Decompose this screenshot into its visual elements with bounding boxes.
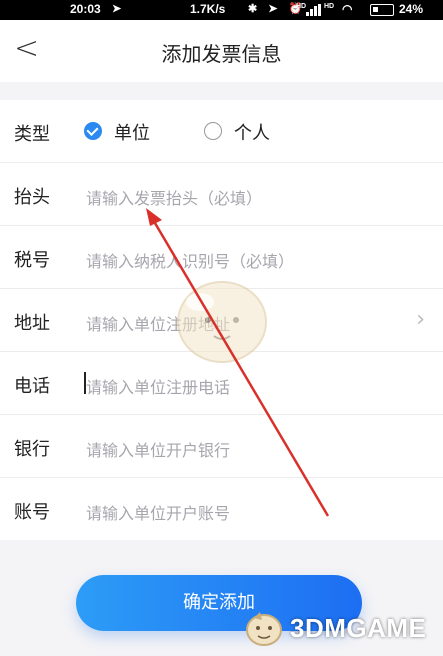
hd-badge: HD	[296, 3, 307, 10]
watermark: 3DMGAME	[244, 606, 443, 650]
title-row[interactable]: 抬头 请输入发票抬头（必填）	[0, 163, 443, 226]
tax-label: 税号	[14, 250, 50, 271]
watermark-text: 3DMGAME	[290, 613, 427, 643]
invoice-form: 类型 单位 个人 抬头 请输入发票抬头（必填） 税号 请输入纳税人识别号（必填）…	[0, 100, 443, 540]
radio-personal-label: 个人	[234, 123, 270, 144]
address-row[interactable]: 地址 请输入单位注册地址 ›	[0, 289, 443, 352]
type-label: 类型	[14, 124, 50, 145]
battery-icon	[370, 4, 394, 16]
phone-row[interactable]: 电话 请输入单位注册电话	[0, 352, 443, 415]
account-row[interactable]: 账号 请输入单位开户账号	[0, 478, 443, 541]
header-bar: < 添加发票信息	[0, 20, 443, 82]
title-label: 抬头	[14, 187, 50, 208]
radio-company-label: 单位	[114, 123, 150, 144]
phone-label: 电话	[14, 376, 50, 397]
type-row: 类型 单位 个人	[0, 100, 443, 163]
chevron-right-icon[interactable]: ›	[416, 307, 425, 332]
status-bar: 20:03 ➤ 1.7K/s ✱ ➤ ⏰ HD HD ◠ 24%	[0, 0, 443, 20]
account-label: 账号	[14, 502, 50, 523]
tax-row[interactable]: 税号 请输入纳税人识别号（必填）	[0, 226, 443, 289]
watermark-logo-icon	[246, 612, 282, 646]
page-title: 添加发票信息	[161, 42, 282, 66]
title-input[interactable]: 请输入发票抬头（必填）	[86, 185, 262, 209]
bank-input[interactable]: 请输入单位开户银行	[86, 437, 230, 461]
bank-row[interactable]: 银行 请输入单位开户银行	[0, 415, 443, 478]
address-label: 地址	[14, 313, 50, 334]
network-speed: 1.7K/s	[190, 2, 226, 16]
status-time: 20:03	[70, 2, 101, 16]
account-input[interactable]: 请输入单位开户账号	[86, 500, 230, 524]
address-input[interactable]: 请输入单位注册地址	[86, 311, 230, 335]
phone-input[interactable]: 请输入单位注册电话	[86, 374, 230, 398]
signal-icon	[306, 4, 322, 16]
battery-percent: 24%	[399, 2, 424, 16]
tax-id-input[interactable]: 请输入纳税人识别号（必填）	[86, 248, 294, 272]
hd-badge-2: HD	[324, 3, 335, 10]
wifi-icon: ◠	[342, 2, 353, 16]
location-arrow-icon: ➤	[112, 3, 122, 15]
checked-radio-icon	[84, 122, 102, 140]
bank-label: 银行	[14, 439, 50, 460]
unchecked-radio-icon	[204, 122, 222, 140]
